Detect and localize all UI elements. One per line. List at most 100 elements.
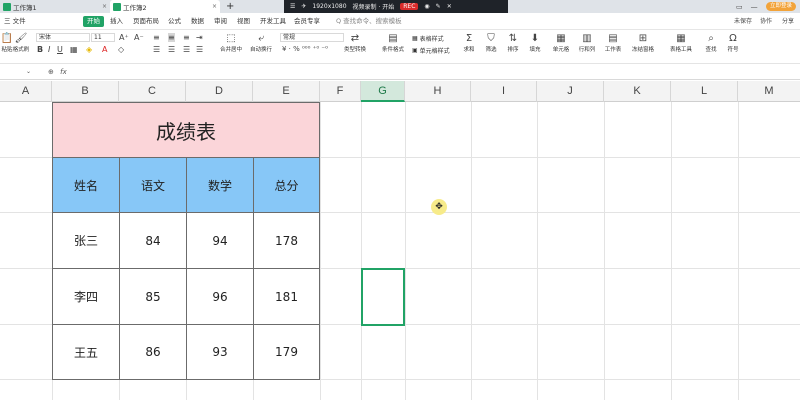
table-cell[interactable]: 94 <box>186 212 254 269</box>
header-cell-total[interactable]: 总分 <box>253 157 320 213</box>
type-convert-button[interactable]: ⇄ 类型转换 <box>338 32 372 54</box>
table-title[interactable]: 成绩表 <box>52 102 320 158</box>
font-size-select[interactable]: 11 <box>91 33 115 42</box>
sheet-grid[interactable]: 成绩表 姓名 语文 数学 总分 张三 84 94 178 李四 85 96 18… <box>0 102 800 400</box>
rec-button[interactable]: REC <box>400 3 419 10</box>
font-family-select[interactable]: 宋体 <box>36 33 90 42</box>
share-button[interactable]: 分享 <box>782 16 794 27</box>
column-header-k[interactable]: K <box>604 81 671 102</box>
name-box[interactable]: ⌄ <box>0 66 38 78</box>
unsaved-status[interactable]: 未保存 <box>734 16 752 27</box>
table-cell[interactable]: 96 <box>186 268 254 325</box>
table-style-button[interactable]: ▦ 表格样式 <box>412 34 444 43</box>
align-right-icon[interactable]: ☰ <box>183 45 190 54</box>
pen-icon[interactable]: ✎ <box>436 3 441 10</box>
header-cell-chinese[interactable]: 语文 <box>119 157 187 213</box>
table-cell[interactable]: 84 <box>119 212 187 269</box>
grid-line <box>405 102 406 400</box>
column-header-g[interactable]: G <box>361 81 405 102</box>
formula-input[interactable] <box>76 66 796 78</box>
font-shrink-icon[interactable]: A⁻ <box>134 33 144 42</box>
close-icon[interactable]: × <box>212 3 217 10</box>
number-format-select[interactable]: 常规 <box>280 33 344 42</box>
pin-icon[interactable]: ✈ <box>301 3 306 10</box>
camera-icon[interactable]: ◉ <box>424 3 429 10</box>
cell-style-button[interactable]: ▣ 单元格样式 <box>412 46 450 55</box>
zoom-icon[interactable]: ⊕ <box>48 68 54 76</box>
font-grow-icon[interactable]: A⁺ <box>119 33 129 42</box>
column-header-c[interactable]: C <box>119 81 186 102</box>
merge-center-button[interactable]: ⬚ 合并居中 <box>214 32 248 54</box>
column-header-l[interactable]: L <box>671 81 738 102</box>
symbol-button[interactable]: Ω 符号 <box>716 32 750 54</box>
menu-membership[interactable]: 会员专享 <box>294 16 320 27</box>
table-cell[interactable]: 张三 <box>52 212 120 269</box>
column-header-a[interactable]: A <box>0 81 52 102</box>
eraser-icon[interactable]: ◇ <box>118 45 124 54</box>
justify-icon[interactable]: ☰ <box>196 45 203 54</box>
table-cell[interactable]: 王五 <box>52 324 120 380</box>
font-color-icon[interactable]: A <box>102 45 107 54</box>
menu-page-layout[interactable]: 页面布局 <box>133 16 159 27</box>
tab-workbook-2[interactable]: 工作簿2 × <box>110 0 220 13</box>
menu-developer[interactable]: 开发工具 <box>260 16 286 27</box>
close-icon[interactable]: × <box>102 3 107 10</box>
table-cell[interactable]: 86 <box>119 324 187 380</box>
menu-formulas[interactable]: 公式 <box>168 16 181 27</box>
align-top-icon[interactable]: ≡ <box>153 33 160 42</box>
conditional-format-button[interactable]: ▤ 条件格式 <box>376 32 410 54</box>
column-header-d[interactable]: D <box>186 81 253 102</box>
align-center-icon[interactable]: ☰ <box>168 45 175 54</box>
align-left-icon[interactable]: ☰ <box>153 45 160 54</box>
format-painter-button[interactable]: 🖌 格式刷 <box>4 32 38 54</box>
header-cell-math[interactable]: 数学 <box>186 157 254 213</box>
indent-increase-icon[interactable]: ⇥ <box>196 33 203 42</box>
table-cell[interactable]: 179 <box>253 324 320 380</box>
column-header-h[interactable]: H <box>405 81 471 102</box>
restore-icon[interactable]: — <box>751 3 758 11</box>
column-header-e[interactable]: E <box>253 81 320 102</box>
table-cell[interactable]: 85 <box>119 268 187 325</box>
fx-icon[interactable]: fx <box>60 68 67 76</box>
login-button[interactable]: 立即登录 <box>765 2 796 11</box>
freeze-panes-button[interactable]: ⊞ 冻结窗格 <box>626 32 660 54</box>
underline-icon[interactable]: U <box>57 45 63 54</box>
bold-icon[interactable]: B <box>37 45 43 54</box>
align-bottom-icon[interactable]: ≡ <box>183 33 190 42</box>
fill-color-icon[interactable]: ◈ <box>86 45 92 54</box>
active-cell-selection[interactable] <box>361 268 405 326</box>
column-header-m[interactable]: M <box>738 81 800 102</box>
border-icon[interactable]: ▦ <box>70 45 78 54</box>
worksheet-icon: ▤ <box>608 33 618 44</box>
column-header-i[interactable]: I <box>471 81 537 102</box>
menu-insert[interactable]: 插入 <box>110 16 123 27</box>
recorder-status[interactable]: 视频录制 · 开始 <box>353 2 395 11</box>
freeze-icon: ⊞ <box>638 33 648 44</box>
table-tools-button[interactable]: ▦ 表格工具 <box>664 32 698 54</box>
close-icon[interactable]: ✕ <box>447 3 452 10</box>
currency-icon[interactable]: ¥ · % ⁰⁰⁰ ⁺⁰ ⁻⁰ <box>282 45 328 53</box>
table-cell[interactable]: 李四 <box>52 268 120 325</box>
collab-button[interactable]: 协作 <box>760 16 772 27</box>
menu-file[interactable]: 三 文件 <box>4 16 26 27</box>
column-header-b[interactable]: B <box>52 81 119 102</box>
menu-data[interactable]: 数据 <box>191 16 204 27</box>
menu-view[interactable]: 视图 <box>237 16 250 27</box>
minimize-icon[interactable]: ▭ <box>736 3 743 11</box>
align-middle-icon[interactable]: ≡ <box>168 33 175 42</box>
table-cell[interactable]: 93 <box>186 324 254 380</box>
table-cell[interactable]: 178 <box>253 212 320 269</box>
tab-workbook-1[interactable]: 工作簿1 × <box>0 0 110 13</box>
menu-home[interactable]: 开始 <box>83 16 104 27</box>
header-cell-name[interactable]: 姓名 <box>52 157 120 213</box>
menu-icon[interactable]: ☰ <box>290 3 295 10</box>
wrap-text-button[interactable]: ⤶ 自动换行 <box>244 32 278 54</box>
menu-review[interactable]: 审阅 <box>214 16 227 27</box>
italic-icon[interactable]: I <box>48 45 50 54</box>
command-search[interactable]: Q 查找命令、搜索模板 <box>336 16 402 27</box>
new-tab-button[interactable]: + <box>226 0 234 13</box>
column-header-f[interactable]: F <box>320 81 361 102</box>
worksheet-button[interactable]: ▤ 工作表 <box>596 32 630 54</box>
table-cell[interactable]: 181 <box>253 268 320 325</box>
column-header-j[interactable]: J <box>537 81 604 102</box>
